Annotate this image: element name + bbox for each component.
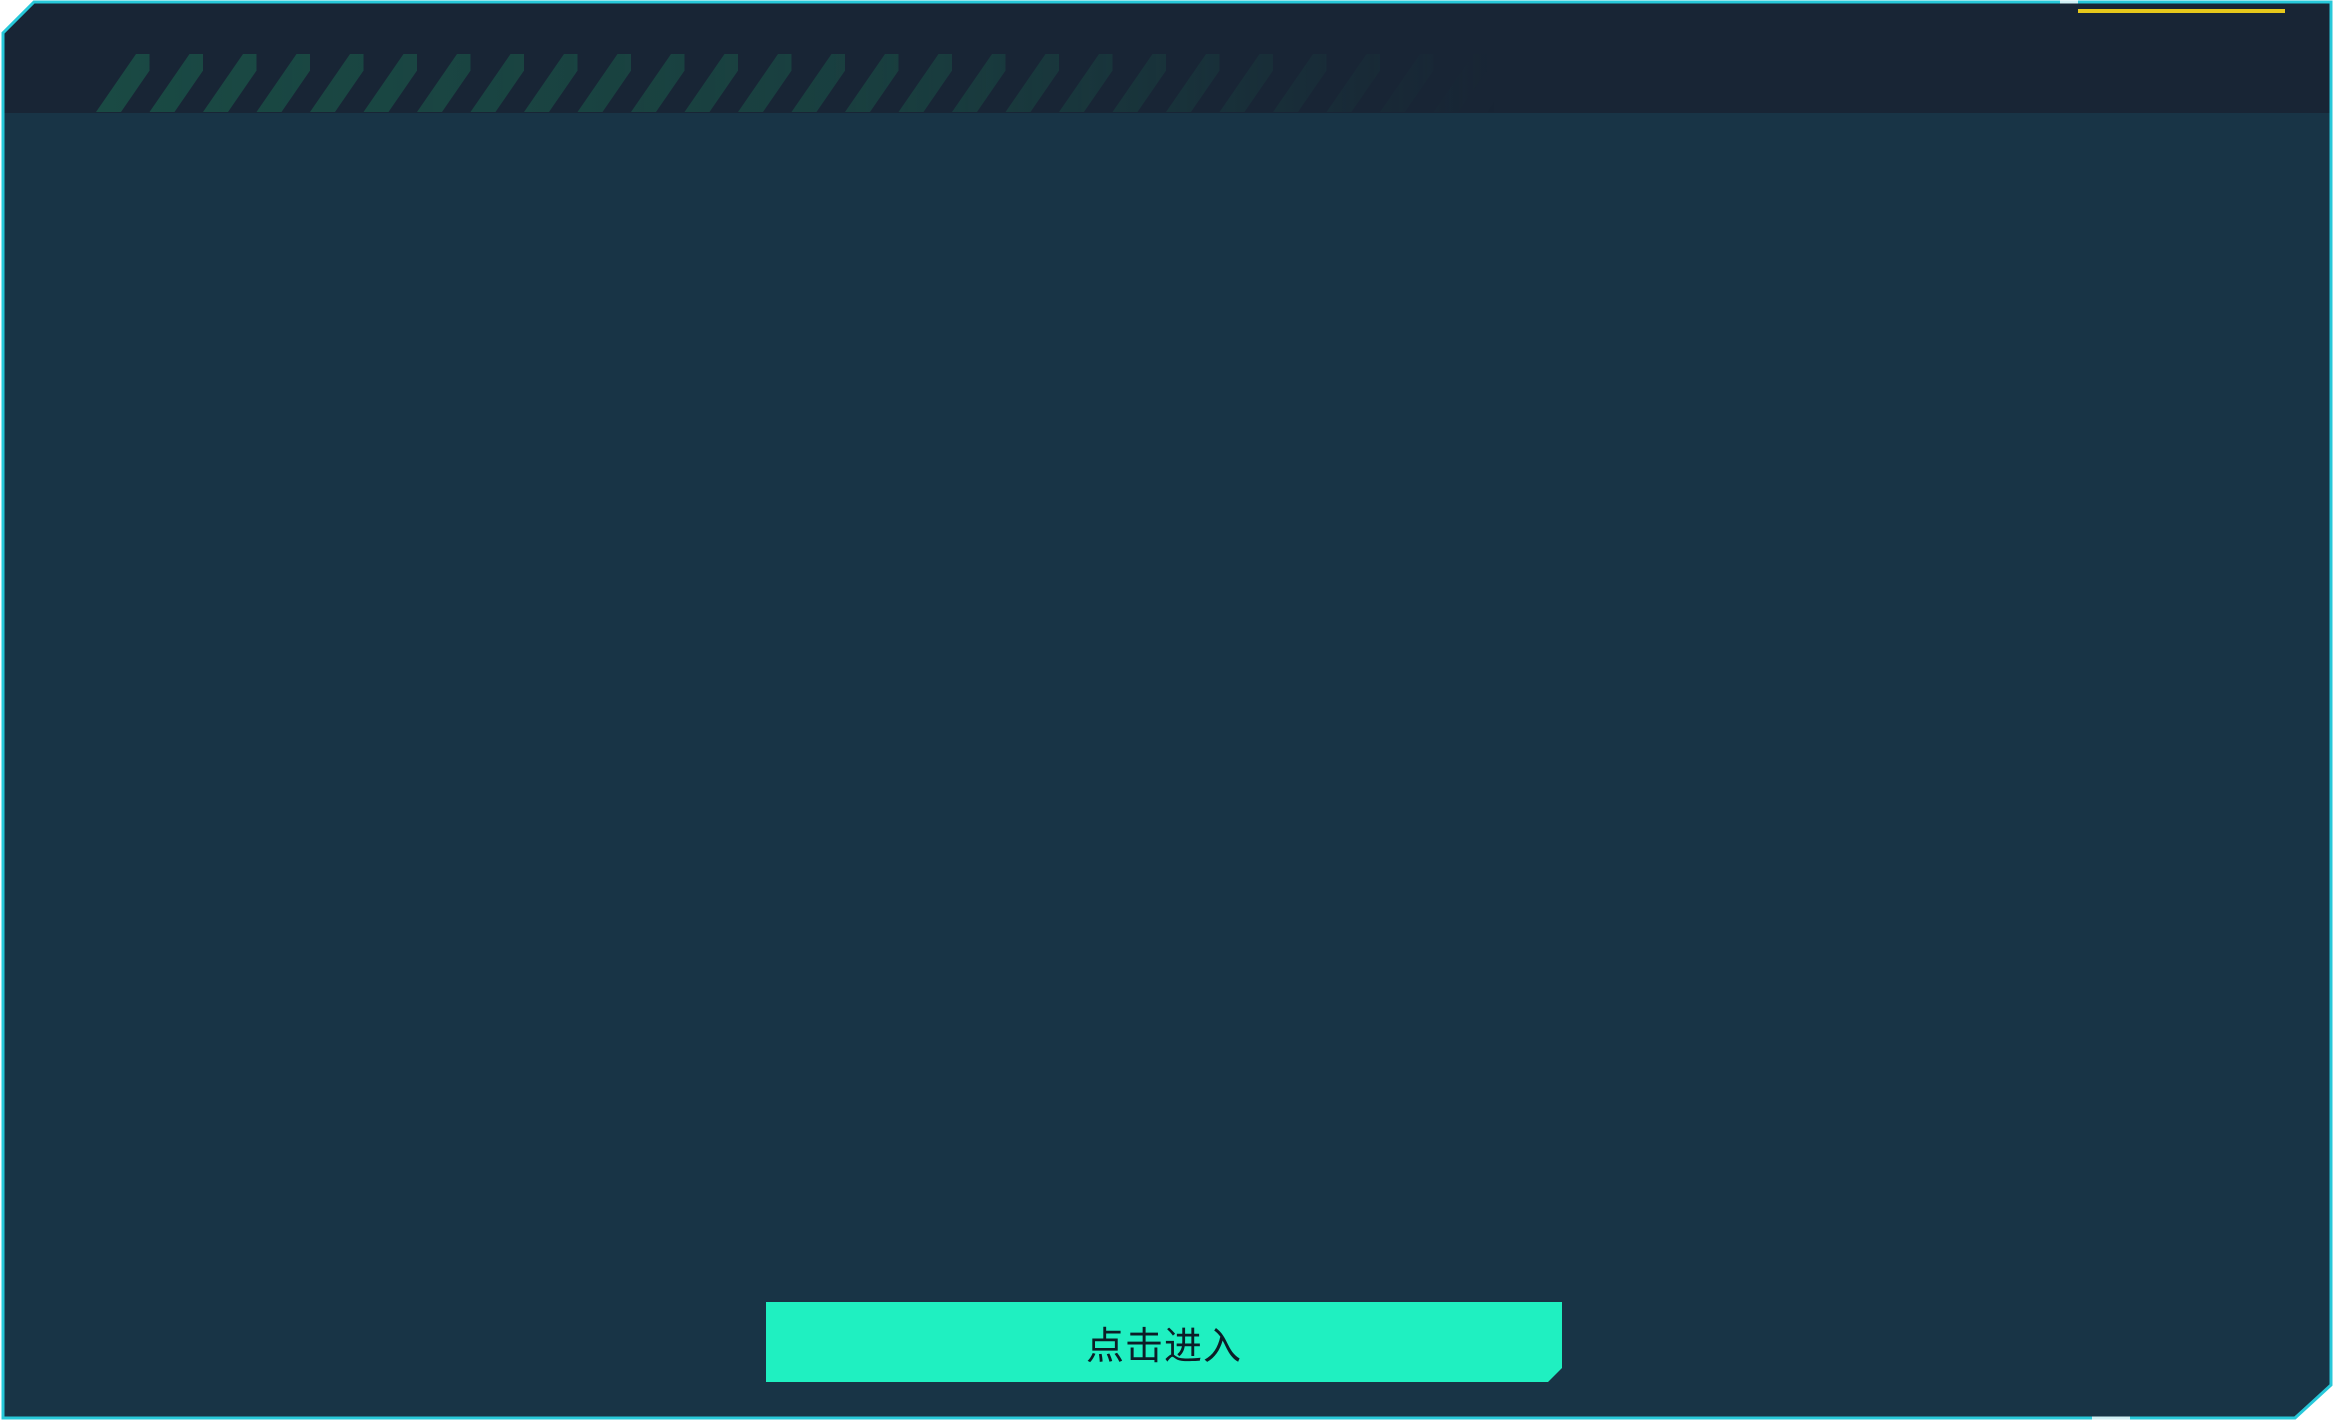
enter-button[interactable]: 点击进入 [766,1302,1562,1382]
dialog-frame: 点击进入 [0,0,2334,1420]
panel-background [1,0,2333,1420]
header-stripe-decoration [96,54,1496,112]
header-accent-bar [2078,0,2285,13]
